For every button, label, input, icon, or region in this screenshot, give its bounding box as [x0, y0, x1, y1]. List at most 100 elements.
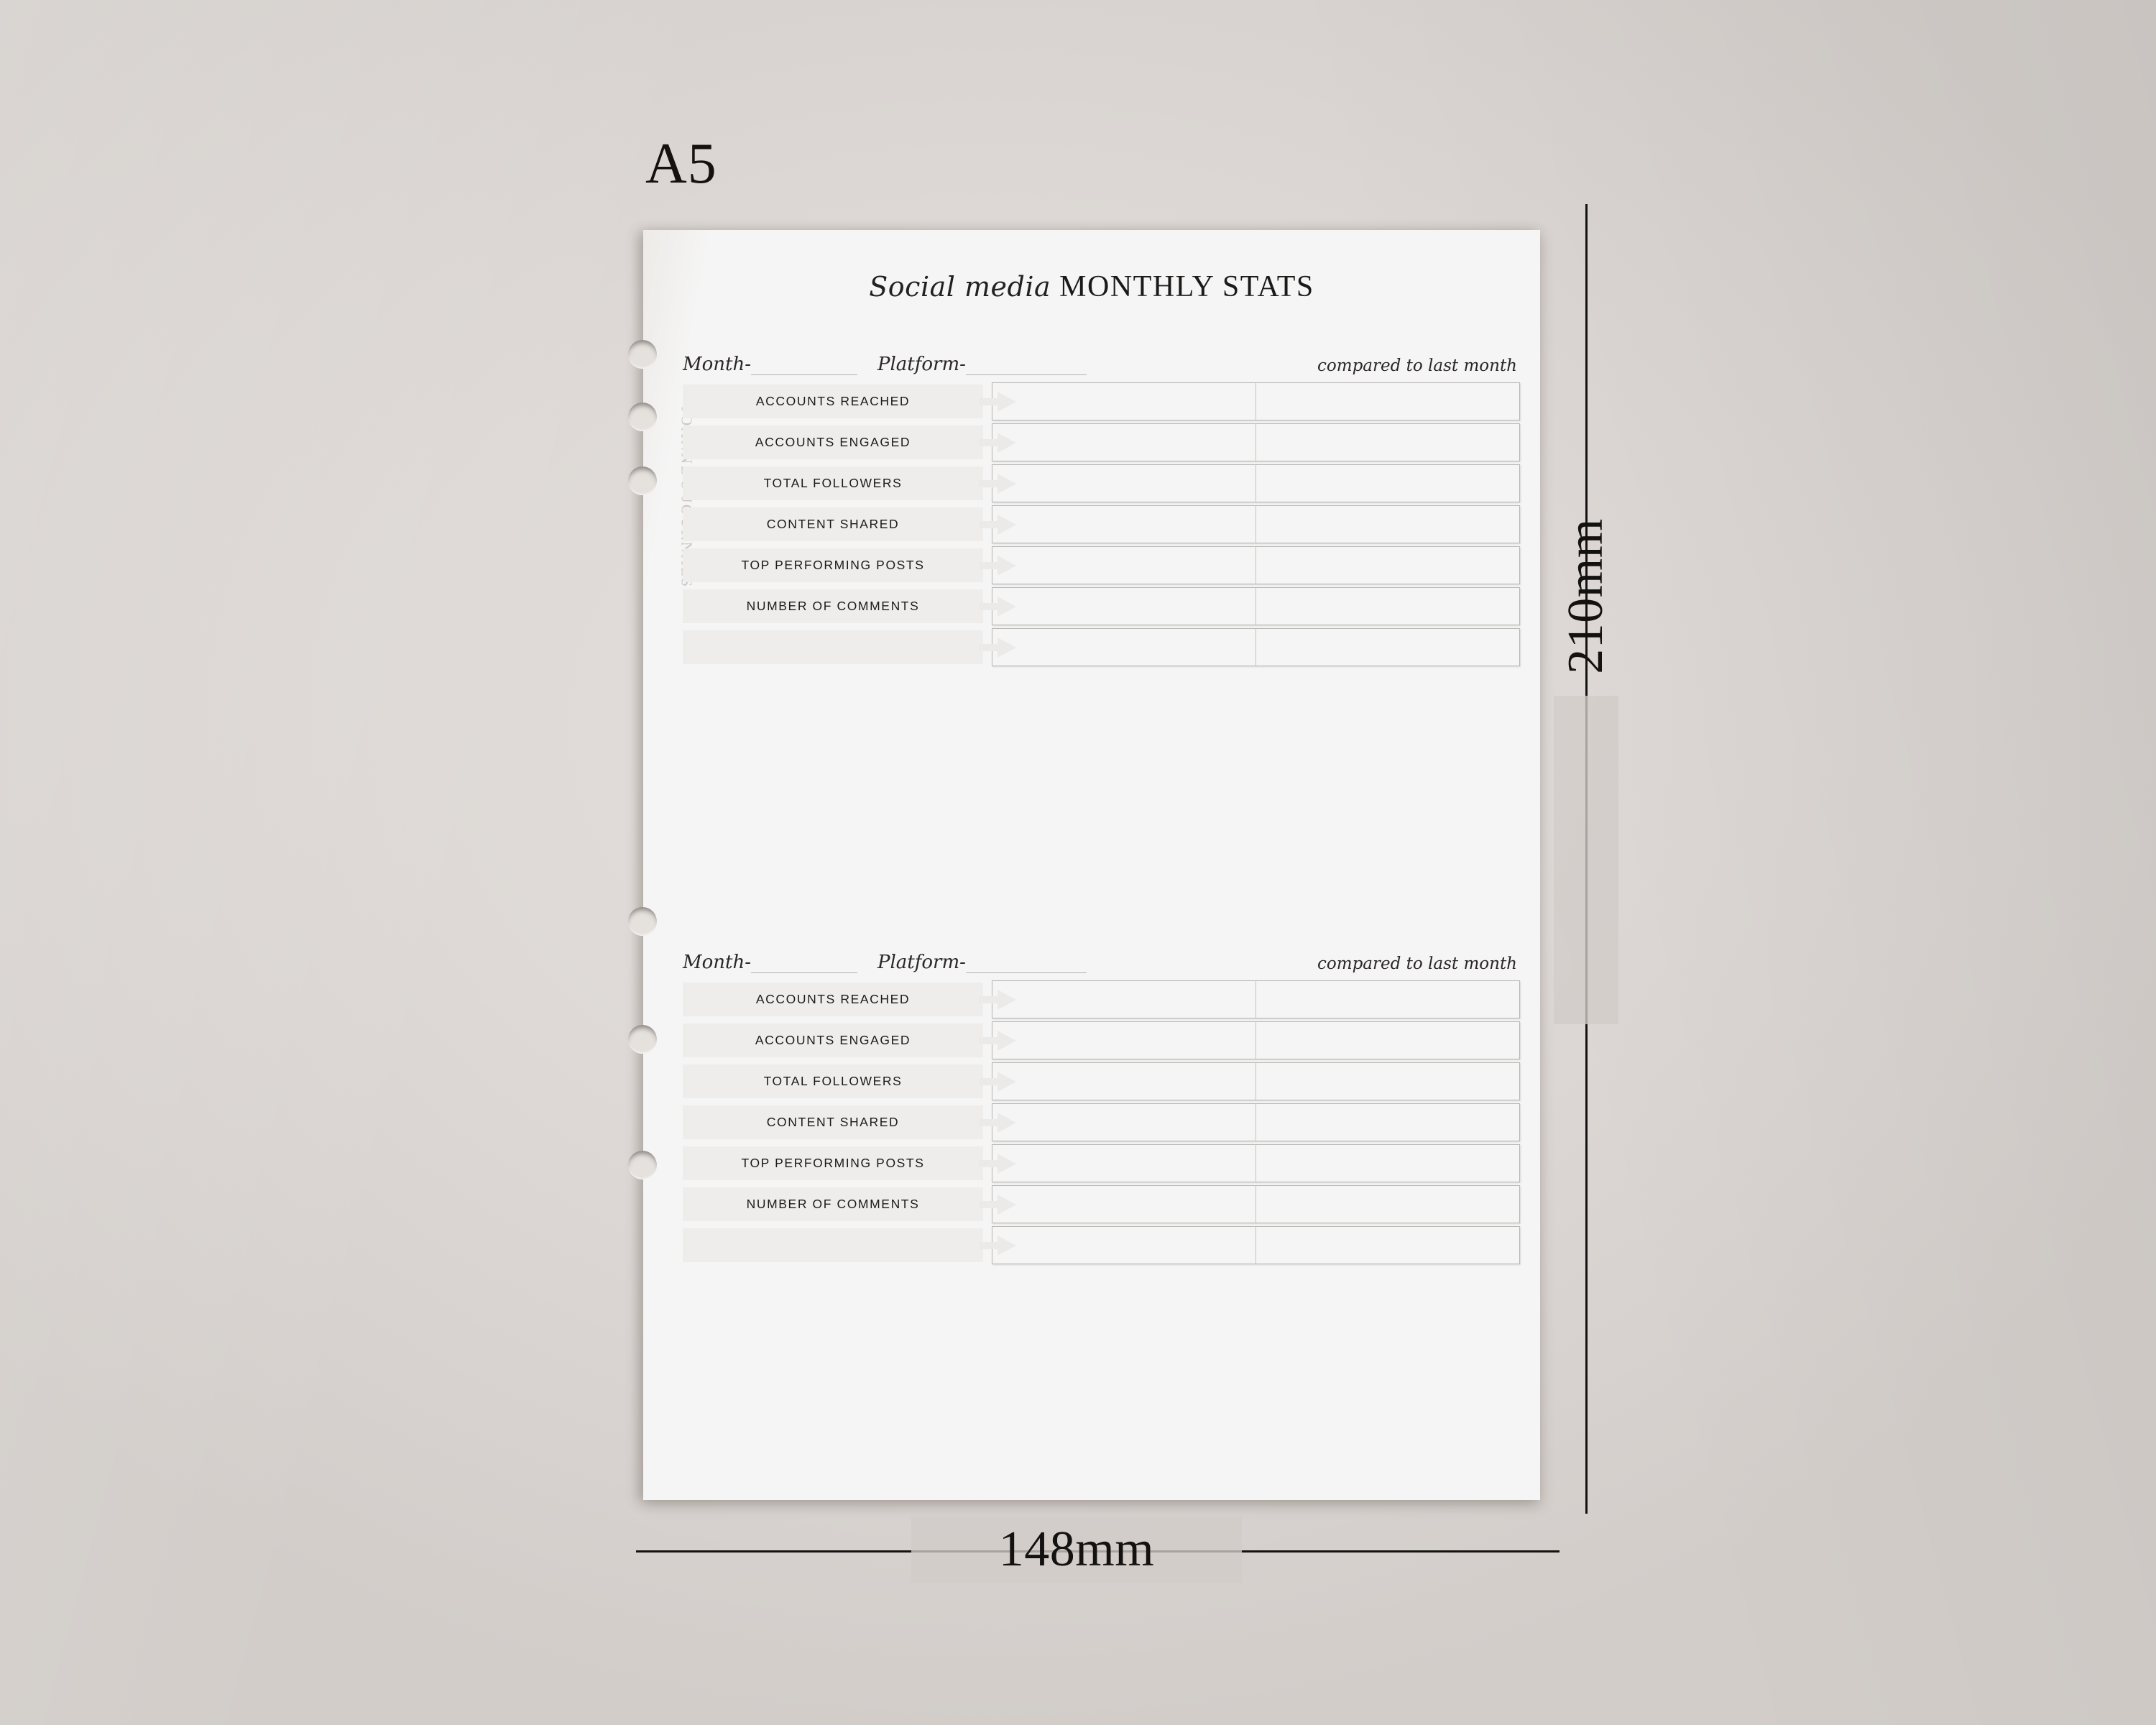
stat-row-gap — [983, 1226, 992, 1264]
stat-row-label: TOP PERFORMING POSTS — [683, 548, 983, 582]
month-write-line-1[interactable] — [751, 360, 857, 375]
stat-row: TOTAL FOLLOWERS — [683, 1062, 1520, 1100]
stat-row-label: NUMBER OF COMMENTS — [683, 589, 983, 623]
stat-comparison-cell[interactable] — [1256, 382, 1520, 420]
stat-row-cells — [992, 505, 1520, 543]
stat-value-cell[interactable] — [992, 1021, 1256, 1059]
height-dimension-label: 210mm — [1558, 518, 1613, 674]
punch-hole-4 — [628, 907, 657, 936]
stat-comparison-cell[interactable] — [1256, 1103, 1520, 1141]
stats-table-1: ACCOUNTS REACHED ACCOUNTS ENGAGED TOTAL FO… — [683, 382, 1520, 669]
stat-comparison-cell[interactable] — [1256, 1062, 1520, 1100]
stat-row-cells — [992, 1021, 1520, 1059]
stat-row: ACCOUNTS REACHED — [683, 980, 1520, 1018]
stat-row-label: ACCOUNTS REACHED — [683, 983, 983, 1016]
stat-row-cells — [992, 546, 1520, 584]
stat-row-gap — [983, 1103, 992, 1141]
punch-hole-6 — [628, 1151, 657, 1179]
stat-row-gap — [983, 1144, 992, 1182]
stat-row: CONTENT SHARED — [683, 1103, 1520, 1141]
stat-row: NUMBER OF COMMENTS — [683, 587, 1520, 625]
stat-row: TOP PERFORMING POSTS — [683, 1144, 1520, 1182]
stat-comparison-cell[interactable] — [1256, 1144, 1520, 1182]
stat-row-cells — [992, 464, 1520, 502]
stat-row-cells — [992, 1185, 1520, 1223]
stat-row-gap — [983, 546, 992, 584]
stat-comparison-cell[interactable] — [1256, 587, 1520, 625]
width-dimension-label: 148mm — [998, 1522, 1155, 1577]
stat-value-cell[interactable] — [992, 505, 1256, 543]
stat-comparison-cell[interactable] — [1256, 1021, 1520, 1059]
stat-row-cells — [992, 423, 1520, 461]
printable-page-sheet: JOANNE'S JOURNALS Social mediaMONTHLY ST… — [628, 230, 1540, 1500]
stat-row: ACCOUNTS ENGAGED — [683, 1021, 1520, 1059]
month-field-2[interactable]: Month- — [683, 952, 857, 973]
punch-hole-1 — [628, 340, 657, 369]
stat-row-label: NUMBER OF COMMENTS — [683, 1187, 983, 1221]
compared-to-last-month-header-2: compared to last month — [1317, 954, 1517, 973]
stat-row-gap — [983, 505, 992, 543]
stat-row — [683, 628, 1520, 666]
stat-row-cells — [992, 1103, 1520, 1141]
stat-row-label — [683, 1228, 983, 1262]
platform-write-line-1[interactable] — [965, 360, 1087, 375]
paper-format-label: A5 — [645, 132, 717, 196]
platform-field-2[interactable]: Platform- — [877, 952, 1087, 973]
stat-comparison-cell[interactable] — [1256, 546, 1520, 584]
stat-row-label: CONTENT SHARED — [683, 1105, 983, 1139]
punch-hole-5 — [628, 1025, 657, 1054]
stat-row-gap — [983, 382, 992, 420]
stat-row-label: TOP PERFORMING POSTS — [683, 1146, 983, 1180]
stat-row-cells — [992, 587, 1520, 625]
month-label-1: Month- — [683, 354, 751, 375]
stat-value-cell[interactable] — [992, 1062, 1256, 1100]
stat-row-label: ACCOUNTS ENGAGED — [683, 1024, 983, 1057]
stat-row-gap — [983, 1185, 992, 1223]
stat-value-cell[interactable] — [992, 1226, 1256, 1264]
stat-row: ACCOUNTS ENGAGED — [683, 423, 1520, 461]
stat-value-cell[interactable] — [992, 423, 1256, 461]
stat-value-cell[interactable] — [992, 1185, 1256, 1223]
stat-row-cells — [992, 628, 1520, 666]
page-title-caps: MONTHLY STATS — [1059, 270, 1314, 303]
stat-comparison-cell[interactable] — [1256, 980, 1520, 1018]
platform-field-1[interactable]: Platform- — [877, 354, 1087, 375]
stat-row-label: ACCOUNTS REACHED — [683, 385, 983, 418]
punch-hole-3 — [628, 466, 657, 495]
stat-row-gap — [983, 980, 992, 1018]
punch-hole-2 — [628, 402, 657, 431]
stats-table-2: ACCOUNTS REACHED ACCOUNTS ENGAGED TOTAL FO… — [683, 980, 1520, 1267]
stat-comparison-cell[interactable] — [1256, 423, 1520, 461]
stat-value-cell[interactable] — [992, 980, 1256, 1018]
month-write-line-2[interactable] — [751, 958, 857, 973]
page-title-script: Social media — [869, 271, 1051, 303]
month-label-2: Month- — [683, 952, 751, 973]
compared-to-last-month-header-1: compared to last month — [1317, 356, 1517, 375]
stat-comparison-cell[interactable] — [1256, 464, 1520, 502]
stat-value-cell[interactable] — [992, 546, 1256, 584]
stat-row-cells — [992, 980, 1520, 1018]
stat-value-cell[interactable] — [992, 382, 1256, 420]
month-field-1[interactable]: Month- — [683, 354, 857, 375]
stat-comparison-cell[interactable] — [1256, 1226, 1520, 1264]
stat-value-cell[interactable] — [992, 1144, 1256, 1182]
stat-row: CONTENT SHARED — [683, 505, 1520, 543]
stat-row-label — [683, 630, 983, 664]
stat-value-cell[interactable] — [992, 587, 1256, 625]
stat-row-gap — [983, 1021, 992, 1059]
stat-comparison-cell[interactable] — [1256, 1185, 1520, 1223]
stat-value-cell[interactable] — [992, 1103, 1256, 1141]
stat-row-cells — [992, 1144, 1520, 1182]
platform-label-1: Platform- — [877, 354, 966, 375]
stat-row-label: TOTAL FOLLOWERS — [683, 466, 983, 500]
stat-row: TOTAL FOLLOWERS — [683, 464, 1520, 502]
stat-comparison-cell[interactable] — [1256, 505, 1520, 543]
stat-value-cell[interactable] — [992, 628, 1256, 666]
stat-row-label: ACCOUNTS ENGAGED — [683, 426, 983, 459]
platform-write-line-2[interactable] — [965, 958, 1087, 973]
stat-row-gap — [983, 628, 992, 666]
stat-value-cell[interactable] — [992, 464, 1256, 502]
stat-row — [683, 1226, 1520, 1264]
stat-comparison-cell[interactable] — [1256, 628, 1520, 666]
stat-row-cells — [992, 1226, 1520, 1264]
